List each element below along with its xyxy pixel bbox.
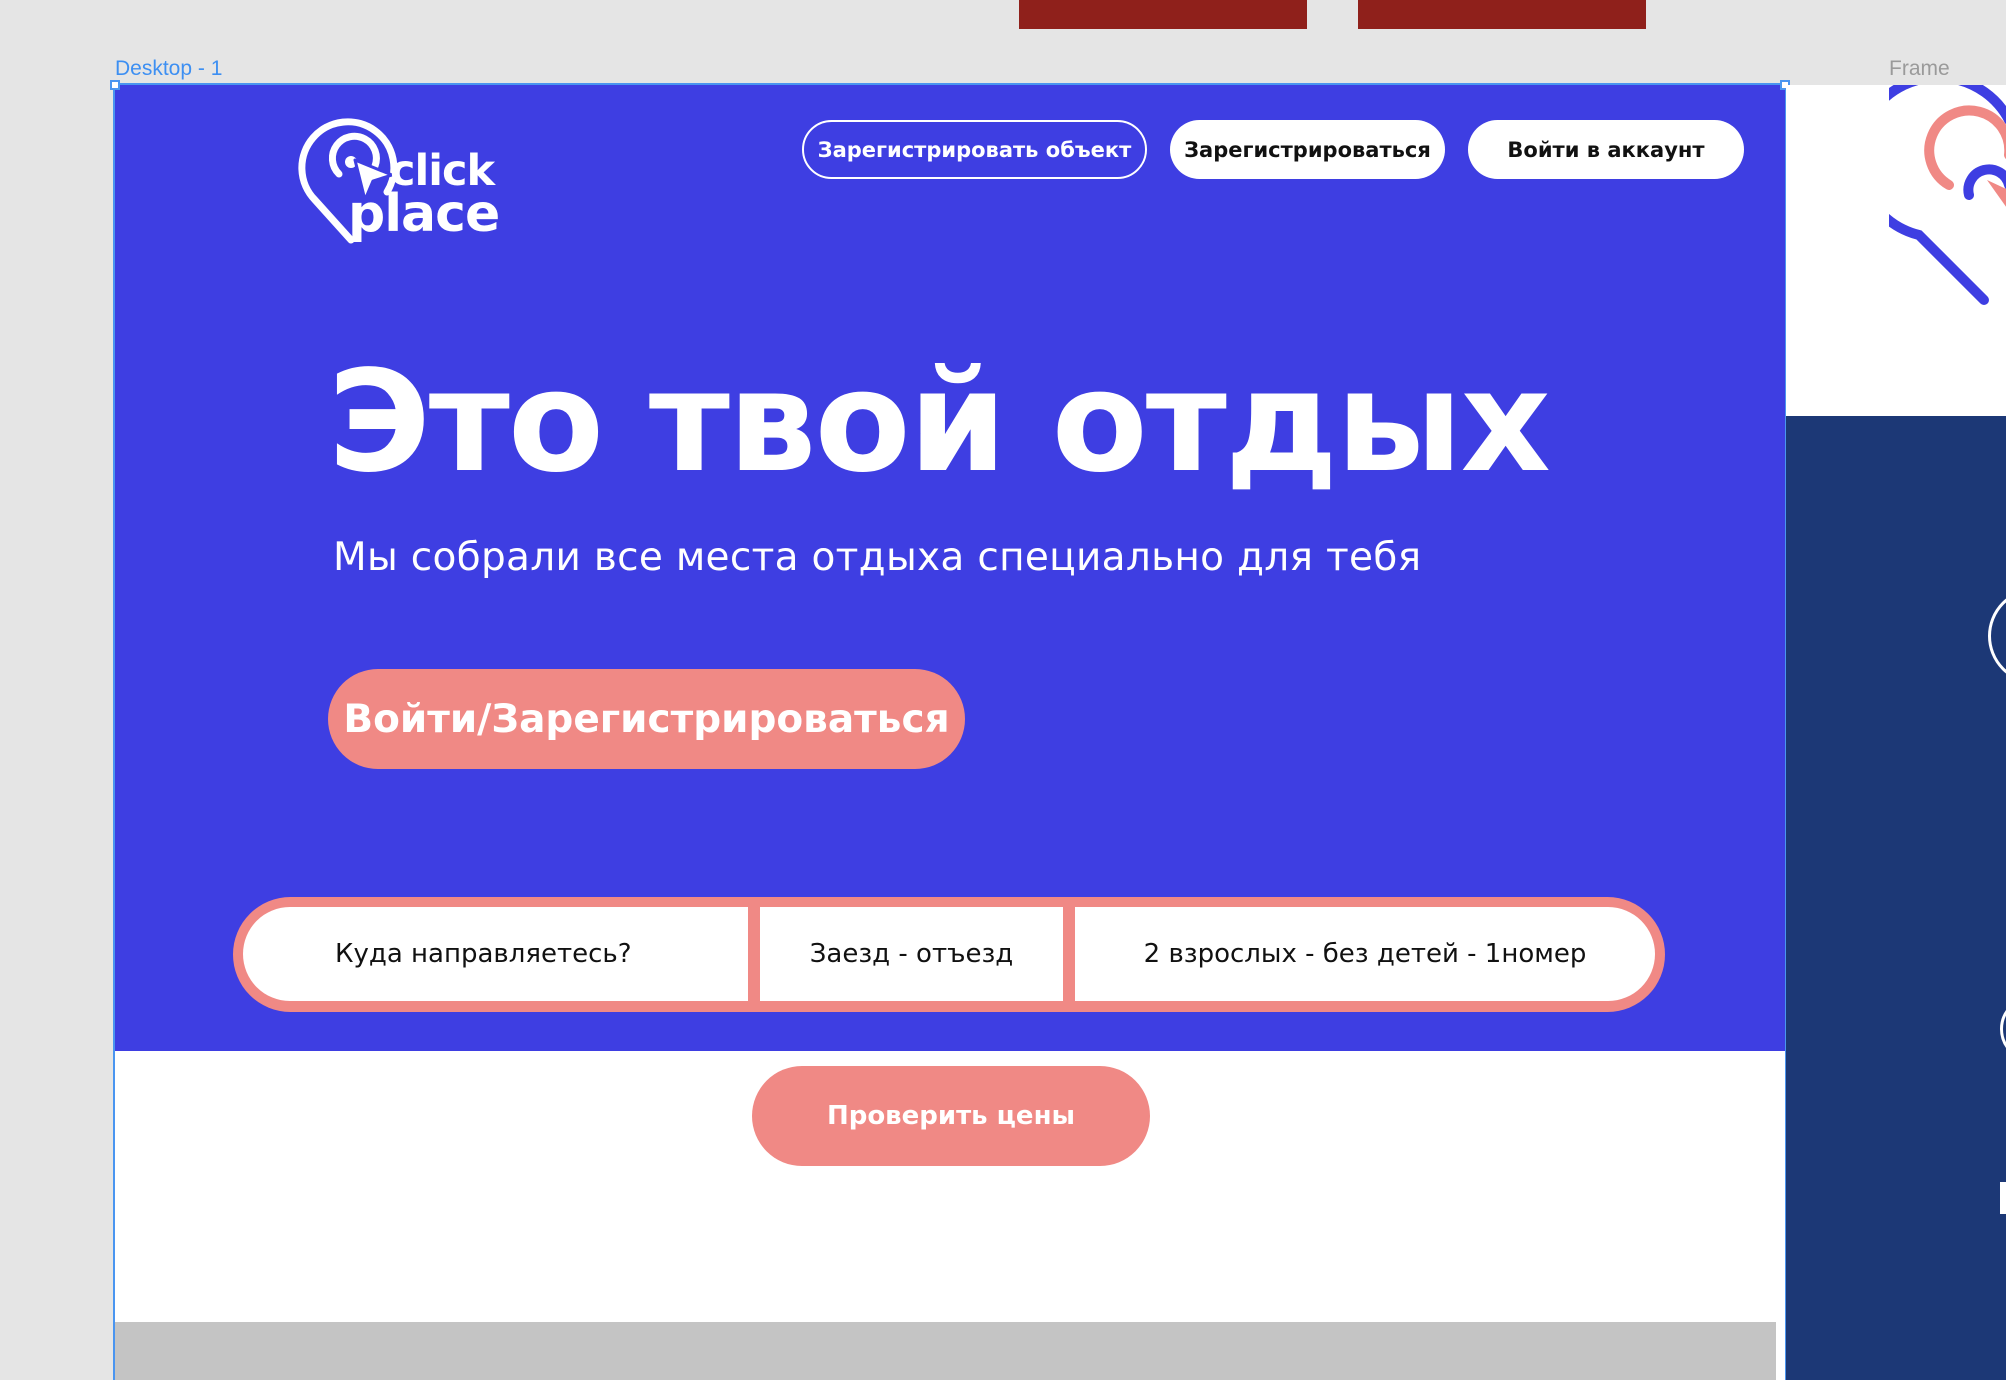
selection-handle[interactable] — [110, 80, 120, 90]
click-place-logo-icon — [1889, 85, 2006, 305]
login-button[interactable]: Войти в аккаунт — [1468, 120, 1744, 179]
logo[interactable]: click place — [295, 112, 500, 252]
right-dark-panel — [1786, 416, 2006, 1380]
dates-field[interactable]: Заезд - отъезд — [760, 907, 1063, 1001]
top-red-block-left — [1019, 0, 1307, 29]
gray-placeholder-section — [115, 1322, 1776, 1380]
register-button[interactable]: Зарегистрироваться — [1170, 120, 1445, 179]
hero-headline: Это твой отдых — [328, 341, 1551, 504]
text-fragment — [2000, 1182, 2006, 1214]
logo-text-place: place — [348, 184, 500, 244]
destination-field[interactable]: Куда направляетесь? — [243, 907, 748, 1001]
check-prices-button[interactable]: Проверить цены — [752, 1066, 1150, 1166]
desktop-frame[interactable]: click place Зарегистрировать объект Заре… — [113, 83, 1787, 1380]
arc-decoration — [1988, 588, 2006, 684]
frame-label-right[interactable]: Frame — [1889, 58, 1950, 79]
top-red-block-right — [1358, 0, 1646, 29]
register-object-button[interactable]: Зарегистрировать объект — [802, 120, 1147, 179]
login-register-button[interactable]: Войти/Зарегистрироваться — [328, 669, 965, 769]
arc-decoration — [2000, 996, 2006, 1062]
hero-subline: Мы собрали все места отдыха специально д… — [333, 535, 1422, 580]
search-bar: Куда направляетесь? Заезд - отъезд 2 взр… — [233, 897, 1665, 1012]
frame-label-desktop[interactable]: Desktop - 1 — [115, 58, 222, 79]
hero-section: click place Зарегистрировать объект Заре… — [115, 85, 1785, 1051]
guests-field[interactable]: 2 взрослых - без детей - 1номер — [1075, 907, 1655, 1001]
right-frame[interactable] — [1786, 85, 2006, 1380]
